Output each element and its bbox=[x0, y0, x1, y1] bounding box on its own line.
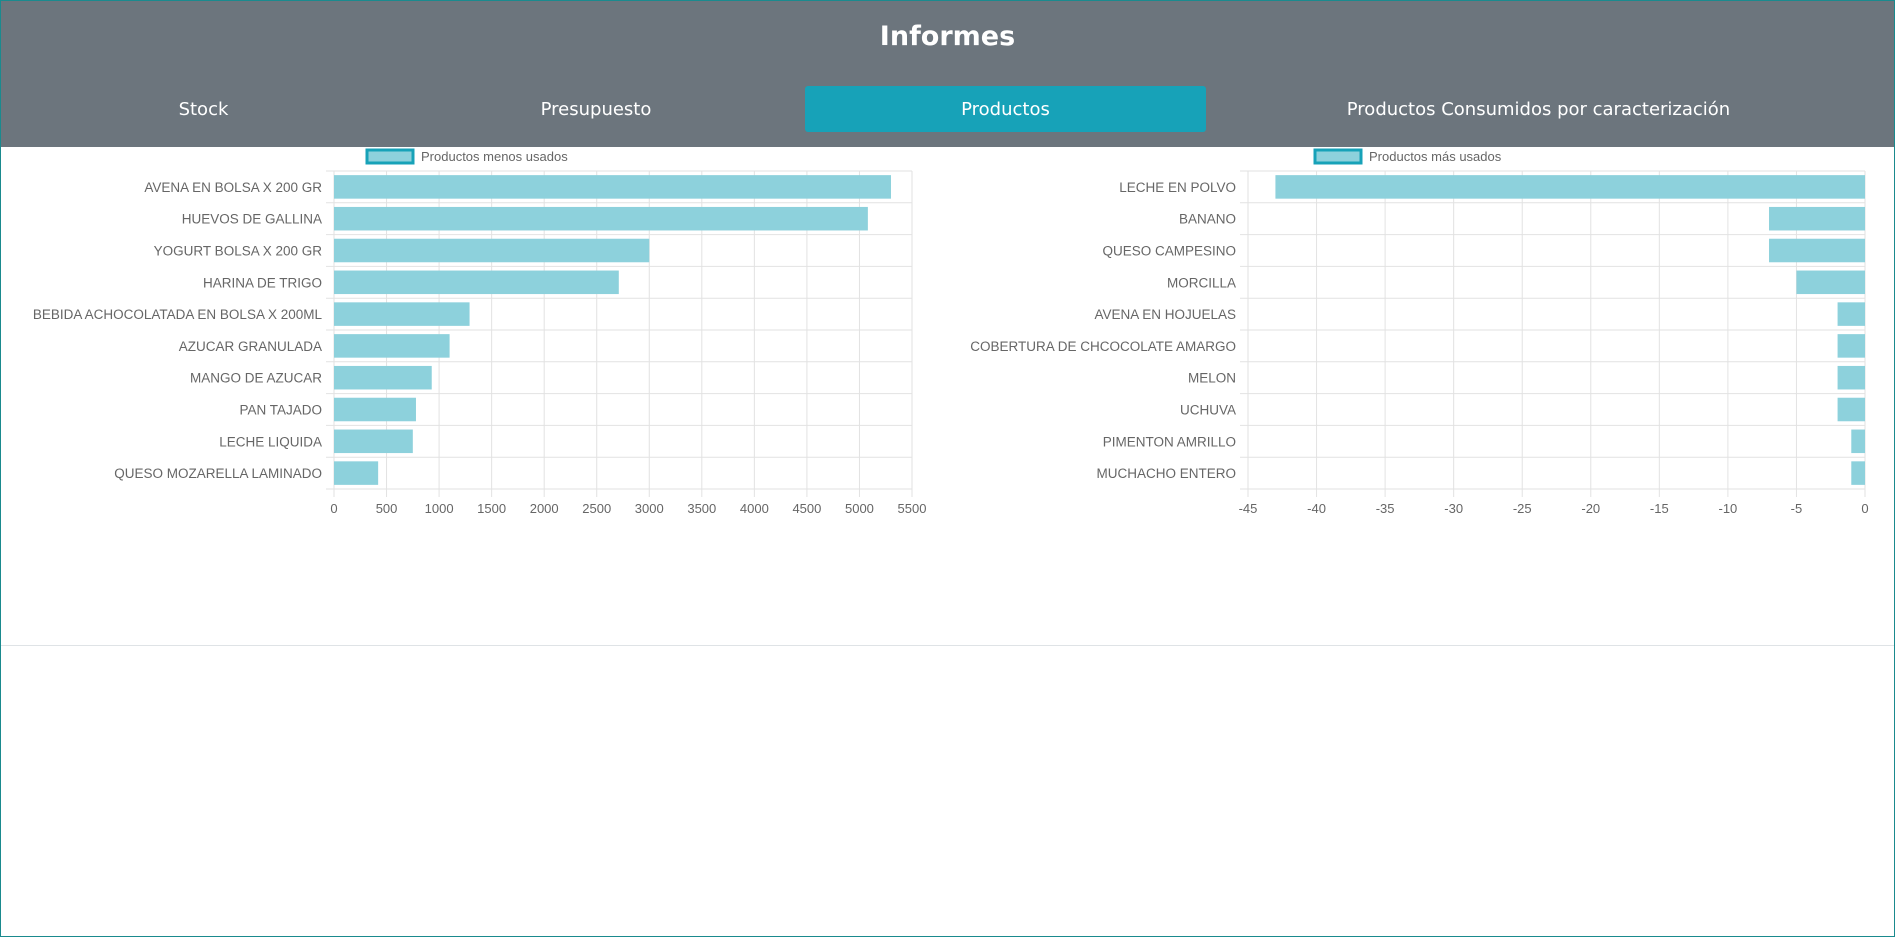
tab-productos-consumidos[interactable]: Productos Consumidos por caracterización bbox=[1206, 86, 1871, 132]
x-tick-label: -30 bbox=[1444, 501, 1463, 516]
x-tick-label: 5000 bbox=[845, 501, 874, 516]
x-tick-label: 1500 bbox=[477, 501, 506, 516]
category-label: PAN TAJADO bbox=[239, 403, 322, 418]
x-tick-label: -10 bbox=[1718, 501, 1737, 516]
bar bbox=[334, 270, 619, 295]
category-label: HARINA DE TRIGO bbox=[203, 275, 322, 290]
x-tick-label: 5500 bbox=[898, 501, 927, 516]
bar bbox=[1796, 270, 1865, 295]
x-tick-label: 4000 bbox=[740, 501, 769, 516]
bar bbox=[1837, 334, 1865, 358]
category-label: LECHE LIQUIDA bbox=[219, 434, 322, 449]
x-tick-label: 500 bbox=[376, 501, 398, 516]
category-label: BEBIDA ACHOCOLATADA EN BOLSA X 200ML bbox=[33, 307, 323, 322]
category-label: MORCILLA bbox=[1167, 275, 1236, 290]
legend-swatch bbox=[365, 148, 415, 165]
bar bbox=[334, 206, 868, 231]
bar bbox=[334, 302, 470, 326]
x-tick-label: 1000 bbox=[425, 501, 454, 516]
x-tick-label: 0 bbox=[1861, 501, 1868, 516]
category-label: COBERTURA DE CHCOCOLATE AMARGO bbox=[970, 339, 1236, 354]
x-tick-label: -15 bbox=[1650, 501, 1669, 516]
category-label: YOGURT BOLSA X 200 GR bbox=[154, 244, 323, 259]
bar bbox=[334, 175, 891, 199]
category-label: LECHE EN POLVO bbox=[1119, 180, 1236, 195]
bar bbox=[334, 429, 413, 454]
x-tick-label: 0 bbox=[330, 501, 337, 516]
category-label: HUEVOS DE GALLINA bbox=[182, 212, 322, 227]
bar bbox=[1837, 302, 1865, 326]
bar bbox=[1837, 365, 1865, 390]
category-label: MELON bbox=[1188, 371, 1236, 386]
category-label: AVENA EN HOJUELAS bbox=[1094, 307, 1236, 322]
charts-card: Productos menos usados 0 500 1000 1500 2000 25… bbox=[1, 147, 1894, 646]
bar bbox=[1275, 175, 1865, 199]
tab-presupuesto[interactable]: Presupuesto bbox=[406, 86, 786, 132]
category-label: AZUCAR GRANULADA bbox=[179, 339, 322, 354]
most-used-products-chart: Productos más usados -45 -40 -35 -30 -25 -20 -1… bbox=[970, 148, 1869, 516]
x-tick-label: -45 bbox=[1239, 501, 1258, 516]
bar bbox=[1769, 206, 1865, 231]
bar bbox=[334, 397, 416, 422]
x-tick-label: -40 bbox=[1307, 501, 1326, 516]
bar bbox=[1837, 397, 1865, 422]
x-tick-label: -35 bbox=[1376, 501, 1395, 516]
bar bbox=[334, 334, 450, 358]
category-label: MANGO DE AZUCAR bbox=[190, 371, 322, 386]
category-label: MUCHACHO ENTERO bbox=[1096, 466, 1236, 481]
report-tabs: Stock Presupuesto Productos Productos Co… bbox=[1, 72, 1894, 147]
x-tick-label: 2500 bbox=[582, 501, 611, 516]
bar bbox=[1851, 429, 1865, 454]
page-title: Informes bbox=[879, 21, 1016, 52]
x-tick-label: -5 bbox=[1791, 501, 1803, 516]
legend-label: Productos menos usados bbox=[421, 149, 568, 164]
page-header: Informes bbox=[1, 1, 1894, 73]
category-label: QUESO CAMPESINO bbox=[1102, 244, 1236, 259]
legend-swatch bbox=[1313, 148, 1363, 165]
x-tick-label: -20 bbox=[1581, 501, 1600, 516]
x-tick-label: 2000 bbox=[530, 501, 559, 516]
category-label: BANANO bbox=[1179, 212, 1236, 227]
bar bbox=[334, 365, 432, 390]
x-tick-label: -25 bbox=[1513, 501, 1532, 516]
category-label: AVENA EN BOLSA X 200 GR bbox=[144, 180, 322, 195]
legend-label: Productos más usados bbox=[1369, 149, 1502, 164]
bar bbox=[1769, 238, 1865, 263]
bar bbox=[1851, 461, 1865, 485]
tab-productos[interactable]: Productos bbox=[805, 86, 1206, 132]
bar bbox=[334, 461, 379, 485]
category-label: QUESO MOZARELLA LAMINADO bbox=[114, 466, 322, 481]
category-label: UCHUVA bbox=[1180, 403, 1236, 418]
x-tick-label: 3000 bbox=[635, 501, 664, 516]
x-tick-label: 4500 bbox=[792, 501, 821, 516]
x-tick-label: 3500 bbox=[687, 501, 716, 516]
category-label: PIMENTON AMRILLO bbox=[1103, 434, 1236, 449]
bar bbox=[334, 238, 650, 263]
tab-stock[interactable]: Stock bbox=[1, 86, 406, 132]
least-used-products-chart: Productos menos usados 0 500 1000 1500 2000 25… bbox=[33, 148, 927, 516]
